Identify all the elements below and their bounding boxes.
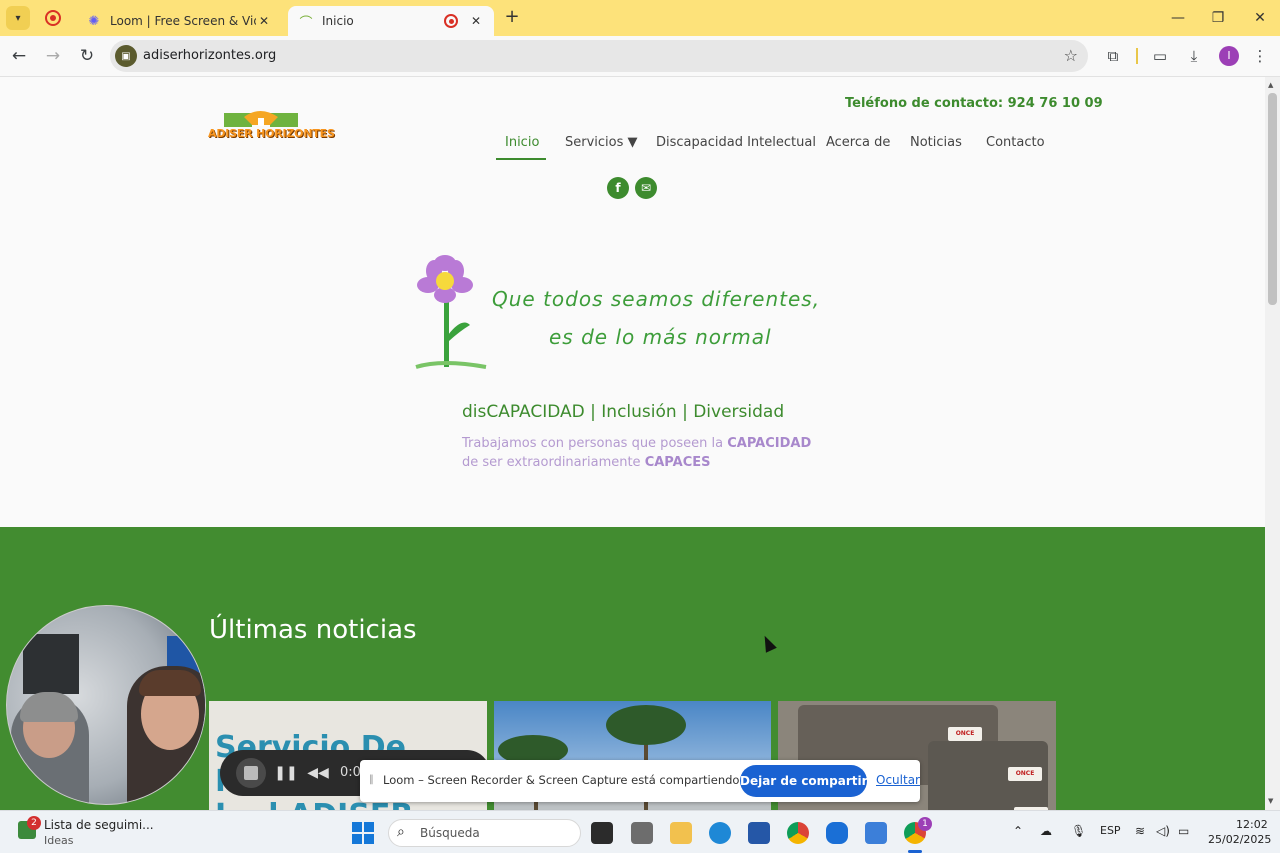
nav-noticias[interactable]: Noticias bbox=[910, 135, 962, 150]
widgets-badge: 2 bbox=[27, 816, 41, 830]
back-button[interactable]: ← bbox=[7, 44, 31, 68]
widget-subtitle: Ideas bbox=[44, 834, 74, 847]
flower-illustration-icon bbox=[415, 255, 487, 369]
clock-time[interactable]: 12:02 bbox=[1236, 818, 1268, 831]
loom-icon: ✺ bbox=[88, 13, 100, 29]
wifi-icon[interactable]: ≋ bbox=[1135, 824, 1145, 838]
site-logo[interactable]: ADISER HORIZONTES bbox=[208, 105, 335, 145]
nav-contacto[interactable]: Contacto bbox=[986, 135, 1045, 150]
logo-text: ADISER HORIZONTES bbox=[208, 127, 335, 140]
email-icon[interactable]: ✉ bbox=[635, 177, 657, 199]
onedrive-icon[interactable] bbox=[826, 822, 848, 844]
toolbar-separator bbox=[1136, 48, 1138, 64]
chevron-up-icon[interactable]: ⌃ bbox=[1013, 824, 1023, 838]
tab-inicio[interactable]: ⌒ Inicio ✕ bbox=[288, 6, 494, 36]
nav-inicio[interactable]: Inicio bbox=[505, 135, 539, 150]
recording-timer: 0:0 bbox=[340, 765, 361, 780]
close-icon[interactable]: ✕ bbox=[468, 14, 484, 28]
close-icon[interactable]: ✕ bbox=[256, 14, 272, 28]
search-icon: ⌕ bbox=[397, 824, 405, 840]
forward-button[interactable]: → bbox=[41, 44, 65, 68]
bookmark-star-icon[interactable]: ☆ bbox=[1064, 46, 1078, 65]
person-left bbox=[11, 692, 89, 804]
palm-frond bbox=[606, 705, 686, 745]
extensions-icon[interactable]: ⧉ bbox=[1101, 44, 1125, 68]
nav-acerca[interactable]: Acerca de bbox=[826, 135, 890, 150]
drag-handle-icon[interactable]: || bbox=[369, 774, 374, 785]
scroll-up-icon[interactable]: ▲ bbox=[1268, 81, 1273, 89]
edge-icon[interactable] bbox=[709, 822, 731, 844]
once-badge: ONCE bbox=[948, 727, 982, 741]
volume-icon[interactable]: ◁) bbox=[1156, 824, 1170, 838]
site-favicon-icon: ⌒ bbox=[299, 15, 313, 31]
nav-servicios[interactable]: Servicios ▼ bbox=[565, 135, 638, 150]
hero-line-1: Que todos seamos diferentes, bbox=[492, 287, 821, 311]
facebook-icon[interactable]: f bbox=[607, 177, 629, 199]
hero-line-2: es de lo más normal bbox=[549, 325, 772, 349]
file-explorer-icon[interactable] bbox=[670, 822, 692, 844]
taskbar-search[interactable]: ⌕ Búsqueda bbox=[388, 819, 581, 847]
battery-icon[interactable]: ▭ bbox=[1178, 824, 1189, 838]
browser-toolbar: ← → ↻ ▣ adiserhorizontes.org ☆ ⧉ ▭ ⤓ I ⋮ bbox=[0, 36, 1280, 77]
restore-button[interactable]: ❐ bbox=[1198, 6, 1238, 30]
recording-icon[interactable] bbox=[45, 10, 61, 26]
address-bar[interactable]: ▣ adiserhorizontes.org ☆ bbox=[110, 40, 1088, 72]
clock-date[interactable]: 25/02/2025 bbox=[1208, 833, 1271, 846]
url-text: adiserhorizontes.org bbox=[143, 48, 277, 63]
news-section-title: Últimas noticias bbox=[209, 615, 417, 645]
tab-strip: ▾ ✺ Loom | Free Screen & Video Re ✕ ⌒ In… bbox=[0, 0, 1280, 36]
windows-taskbar: 2 Lista de seguimi... Ideas ⌕ Búsqueda 1… bbox=[0, 810, 1280, 853]
chrome-icon[interactable] bbox=[787, 822, 809, 844]
rewind-icon[interactable]: ◀◀ bbox=[304, 759, 332, 787]
scroll-down-icon[interactable]: ▼ bbox=[1268, 797, 1273, 805]
tab-loom[interactable]: ✺ Loom | Free Screen & Video Re ✕ bbox=[76, 6, 282, 36]
profile-avatar[interactable]: I bbox=[1219, 46, 1239, 66]
page-scrollbar[interactable]: ▲ ▼ bbox=[1265, 77, 1280, 810]
tab-label: Loom | Free Screen & Video Re bbox=[110, 14, 256, 28]
minimize-button[interactable]: — bbox=[1158, 6, 1198, 30]
widget-title[interactable]: Lista de seguimi... bbox=[44, 818, 154, 832]
snipping-tool-icon[interactable] bbox=[865, 822, 887, 844]
tab-recording-icon bbox=[444, 14, 458, 28]
tab-label: Inicio bbox=[322, 14, 354, 28]
start-button[interactable] bbox=[352, 822, 374, 844]
pause-icon[interactable]: ❚❚ bbox=[272, 759, 300, 787]
nav-active-indicator bbox=[496, 158, 546, 160]
hero-sub-2: de ser extraordinariamente CAPACES bbox=[462, 455, 711, 470]
loom-camera-bubble[interactable] bbox=[6, 605, 206, 805]
scroll-thumb[interactable] bbox=[1268, 93, 1277, 305]
stop-recording-button[interactable] bbox=[236, 758, 266, 788]
nav-discapacidad[interactable]: Discapacidad Intelectual bbox=[656, 135, 816, 150]
input-language[interactable]: ESP bbox=[1100, 824, 1121, 837]
close-window-button[interactable]: ✕ bbox=[1240, 6, 1280, 30]
hero-tagline: disCAPACIDAD | Inclusión | Diversidad bbox=[462, 402, 785, 422]
download-icon[interactable]: ⤓ bbox=[1182, 44, 1206, 68]
microphone-icon[interactable]: 🎙 bbox=[1071, 824, 1086, 838]
task-view-icon[interactable] bbox=[591, 822, 613, 844]
person-right bbox=[127, 666, 205, 804]
menu-kebab-icon[interactable]: ⋮ bbox=[1248, 44, 1272, 68]
search-placeholder: Búsqueda bbox=[420, 826, 480, 840]
store-icon[interactable] bbox=[748, 822, 770, 844]
new-tab-button[interactable]: + bbox=[502, 8, 522, 28]
site-info-icon[interactable]: ▣ bbox=[115, 45, 137, 67]
chrome-badge: 1 bbox=[918, 817, 932, 831]
cloud-icon[interactable]: ☁ bbox=[1040, 824, 1052, 838]
hero-sub-1: Trabajamos con personas que poseen la CA… bbox=[462, 436, 812, 451]
stop-sharing-button[interactable]: Dejar de compartir bbox=[740, 765, 868, 797]
cast-icon[interactable]: ▭ bbox=[1148, 44, 1172, 68]
reload-button[interactable]: ↻ bbox=[75, 44, 99, 68]
background-monitor bbox=[23, 634, 79, 694]
once-badge: ONCE bbox=[1008, 767, 1042, 781]
tab-search-icon[interactable]: ▾ bbox=[6, 6, 30, 30]
contact-phone: Teléfono de contacto: 924 76 10 09 bbox=[845, 96, 1103, 111]
hide-bar-link[interactable]: Ocultar bbox=[876, 773, 920, 787]
screen-share-bar: || Loom – Screen Recorder & Screen Captu… bbox=[360, 760, 920, 802]
app-icon[interactable] bbox=[631, 822, 653, 844]
